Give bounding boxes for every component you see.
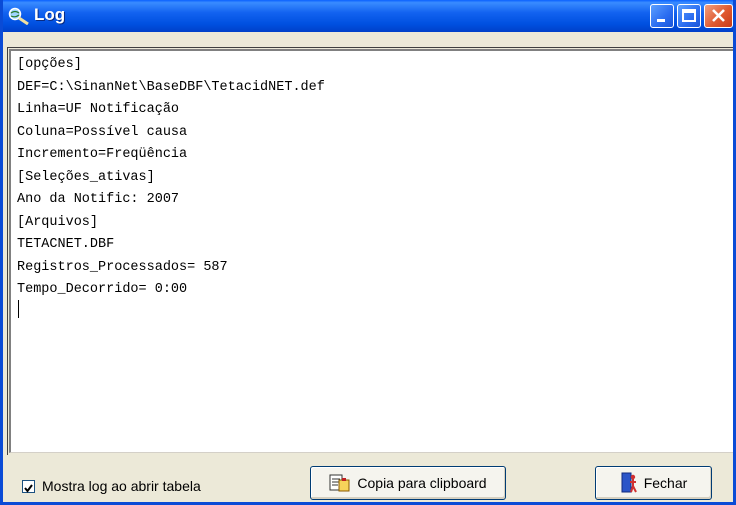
log-line: Registros_Processados= 587 — [17, 259, 228, 275]
log-line: [Seleções_ativas] — [17, 169, 155, 185]
log-line: Coluna=Possível causa — [17, 124, 188, 140]
close-icon — [712, 9, 725, 22]
copy-to-clipboard-button[interactable]: Copia para clipboard — [310, 466, 506, 500]
minimize-icon — [657, 19, 665, 22]
door-exit-icon — [621, 472, 637, 493]
close-button-label: Fechar — [643, 475, 688, 491]
log-line: DEF=C:\SinanNet\BaseDBF\TetacidNET.def — [17, 79, 325, 95]
log-line: Tempo_Decorrido= 0:00 — [17, 282, 188, 297]
copy-button-label: Copia para clipboard — [357, 475, 487, 491]
log-line: TETACNET.DBF — [17, 237, 115, 252]
window-title: Log — [34, 5, 66, 24]
show-log-checkbox-row[interactable]: Mostra log ao abrir tabela — [22, 478, 201, 494]
show-log-checkbox[interactable] — [22, 479, 35, 493]
magnifier-globe-icon — [8, 7, 29, 25]
checkmark-icon — [24, 483, 33, 493]
maximize-button[interactable] — [677, 4, 701, 28]
log-line: Linha=UF Notificação — [17, 102, 180, 117]
log-textarea[interactable]: [opções] DEF=C:\SinanNet\BaseDBF\Tetacid… — [9, 49, 733, 453]
log-line: Ano da Notific: 2007 — [17, 192, 180, 207]
log-line: Incremento=Freqüência — [17, 147, 188, 162]
title-bar[interactable]: Log — [3, 0, 733, 32]
show-log-checkbox-label: Mostra log ao abrir tabela — [42, 478, 201, 494]
log-line: [Arquivos] — [17, 214, 99, 230]
close-window-button[interactable] — [704, 4, 733, 28]
log-window: Log [opções] DEF=C:\SinanNet\BaseDBF\Tet… — [0, 0, 736, 505]
clipboard-copy-icon — [329, 474, 350, 492]
log-lines: [opções] DEF=C:\SinanNet\BaseDBF\Tetacid… — [17, 54, 325, 302]
maximize-icon — [682, 9, 696, 22]
footer-bar: Mostra log ao abrir tabela Copia para cl… — [3, 458, 733, 502]
text-caret — [18, 300, 19, 318]
log-line: [opções] — [17, 57, 82, 72]
close-button[interactable]: Fechar — [595, 466, 712, 500]
minimize-button[interactable] — [650, 4, 674, 28]
